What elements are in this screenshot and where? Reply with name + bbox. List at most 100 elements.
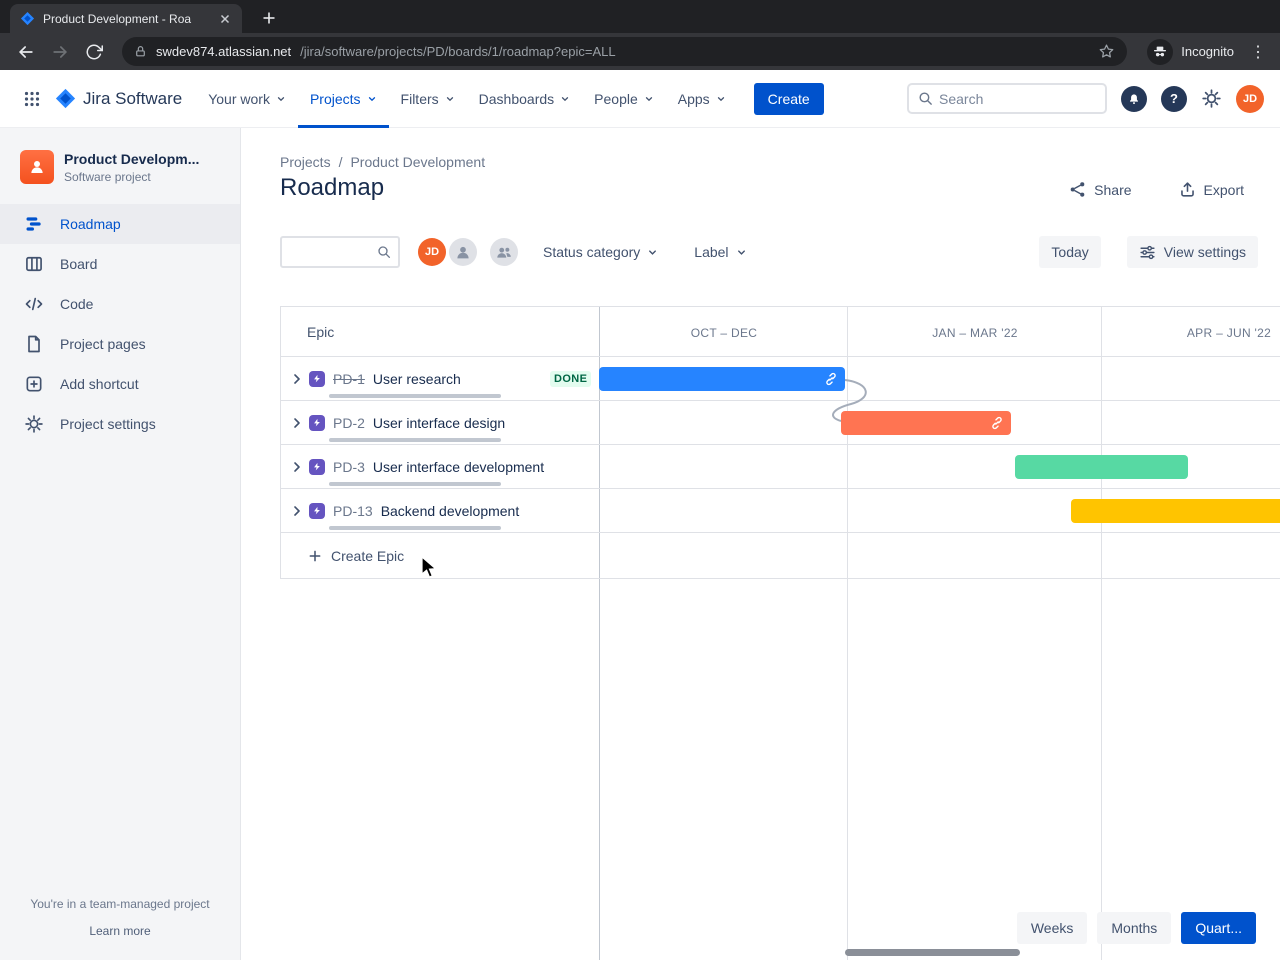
epic-type-icon [309,502,325,519]
new-tab-button[interactable] [258,7,280,29]
epic-bar-pd-13[interactable] [1071,499,1280,523]
export-button[interactable]: Export [1178,180,1244,199]
avatar-unassigned[interactable] [449,238,477,266]
sidebar-item-label: Board [60,256,98,272]
global-search[interactable] [907,83,1107,114]
label-dropdown[interactable]: Label [694,244,746,260]
browser-tab-bar: Product Development - Roa [0,0,1280,33]
epic-key: PD-2 [333,414,365,431]
epic-bar-pd-2[interactable] [841,411,1011,435]
sidebar-item-label: Roadmap [60,216,121,232]
app-switcher-icon[interactable] [16,83,48,115]
epic-name: User interface design [372,414,506,431]
forward-button[interactable] [46,38,74,66]
user-avatar[interactable]: JD [1236,84,1264,113]
share-button[interactable]: Share [1068,180,1132,199]
horizontal-scrollbar-thumb[interactable] [845,949,1020,956]
view-settings-button[interactable]: View settings [1126,236,1258,268]
sidebar-item-code[interactable]: Code [0,284,240,324]
global-search-input[interactable] [909,85,1105,112]
reload-button[interactable] [80,38,108,66]
chevron-down-icon [649,249,657,255]
chevron-right-icon[interactable] [289,459,305,475]
epic-column-header: Epic [307,324,335,340]
chevron-right-icon[interactable] [289,371,305,387]
status-badge: DONE [550,371,592,387]
roadmap-search[interactable] [280,236,400,268]
link-icon[interactable] [824,372,838,386]
notifications-icon[interactable] [1121,85,1147,112]
chevron-down-icon [368,96,375,101]
breadcrumb: Projects / Product Development [280,154,485,170]
chevron-down-icon [717,96,724,101]
chevron-down-icon [737,249,745,255]
breadcrumb-projects-link[interactable]: Projects [280,154,331,170]
epic-name: Backend development [380,502,520,519]
sidebar-item-label: Add shortcut [60,376,139,392]
browser-toolbar: swdev874.atlassian.net/jira/software/pro… [0,33,1280,70]
epic-key: PD-3 [333,458,365,475]
today-button[interactable]: Today [1039,236,1101,268]
learn-more-link[interactable]: Learn more [89,924,150,938]
status-category-dropdown[interactable]: Status category [543,244,658,260]
search-icon [378,246,390,258]
add-people-button[interactable] [490,238,518,266]
sidebar-item-roadmap[interactable]: Roadmap [0,204,240,244]
create-button[interactable]: Create [753,82,824,115]
breadcrumb-project-link[interactable]: Product Development [350,154,485,170]
link-icon[interactable] [990,416,1004,430]
project-type: Software project [64,169,151,184]
search-icon [919,92,932,105]
bookmark-star-icon[interactable] [1098,43,1115,60]
browser-tab[interactable]: Product Development - Roa [10,4,242,33]
epic-row-pd-2[interactable]: PD-2 User interface design [281,401,1280,445]
jira-logo[interactable]: Jira Software [54,87,182,110]
zoom-months-button[interactable]: Months [1097,912,1172,944]
mouse-cursor [421,556,437,578]
export-label: Export [1203,181,1244,198]
nav-item-dashboards[interactable]: Dashboards [467,70,583,128]
epic-key: PD-1 [333,370,365,387]
zoom-weeks-button[interactable]: Weeks [1016,912,1088,944]
project-avatar [20,150,54,184]
project-header[interactable]: Product Developm... Software project [0,128,240,204]
back-button[interactable] [12,38,40,66]
nav-item-apps[interactable]: Apps [666,70,738,128]
nav-item-people[interactable]: People [582,70,666,128]
chevron-right-icon[interactable] [289,503,305,519]
assignee-avatars: JD [418,238,518,266]
sidebar-item-project-settings[interactable]: Project settings [0,404,240,444]
sidebar-footer: You're in a team-managed project Learn m… [0,897,240,938]
group-icon [497,247,511,258]
roadmap-gantt: Epic OCT – DEC JAN – MAR '22 APR – JUN '… [280,306,1280,960]
epic-bar-pd-3[interactable] [1015,455,1188,479]
close-tab-icon[interactable] [218,12,232,26]
browser-menu-icon[interactable]: ⋮ [1248,42,1268,62]
person-icon [457,246,469,259]
chevron-right-icon[interactable] [289,415,305,431]
nav-item-your-work[interactable]: Your work [196,70,298,128]
nav-item-label: People [594,90,638,107]
url-domain: swdev874.atlassian.net [156,44,292,59]
gantt-header-row: Epic OCT – DEC JAN – MAR '22 APR – JUN '… [281,307,1280,357]
epic-bar-pd-1[interactable] [599,367,845,391]
main-content: Projects / Product Development Roadmap S… [241,128,1280,960]
zoom-quarters-button[interactable]: Quart... [1181,912,1256,944]
nav-item-projects[interactable]: Projects [298,70,389,128]
settings-gear-icon[interactable] [1201,88,1222,109]
sidebar-item-add-shortcut[interactable]: Add shortcut [0,364,240,404]
help-icon[interactable]: ? [1161,85,1187,112]
nav-item-label: Filters [400,90,439,107]
sidebar-item-project-pages[interactable]: Project pages [0,324,240,364]
nav-item-filters[interactable]: Filters [389,70,467,128]
epic-table: Epic OCT – DEC JAN – MAR '22 APR – JUN '… [280,306,1280,579]
jira-top-nav: Jira Software Your work Projects Filters… [0,70,1280,128]
address-bar[interactable]: swdev874.atlassian.net/jira/software/pro… [122,37,1128,66]
sidebar-item-board[interactable]: Board [0,244,240,284]
status-category-label: Status category [543,244,641,260]
chevron-down-icon [277,96,285,101]
sidebar-item-label: Project pages [60,336,146,352]
avatar-jd[interactable]: JD [418,238,446,266]
header-actions: Share Export [1068,180,1244,199]
project-title-block: Product Developm... Software project [64,151,199,184]
